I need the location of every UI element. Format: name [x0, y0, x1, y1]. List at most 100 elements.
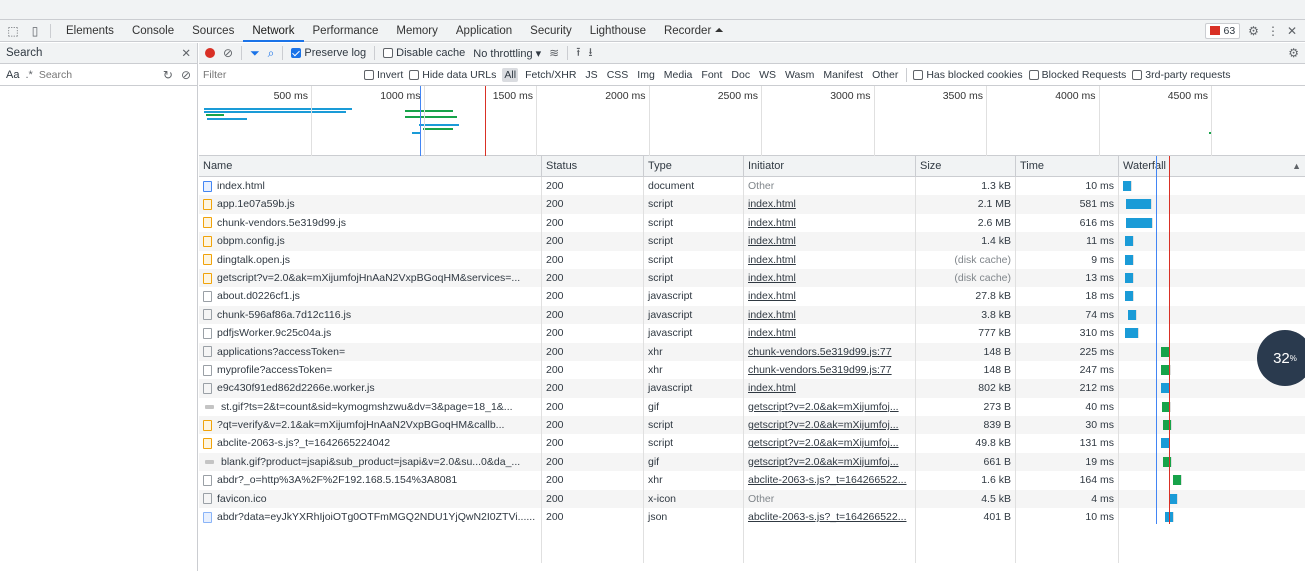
settings-gear-icon[interactable]: ⚙ [1248, 24, 1259, 38]
hide-data-urls-checkbox[interactable]: Hide data URLs [409, 69, 496, 81]
cell-initiator[interactable]: index.html [744, 250, 916, 269]
table-row[interactable]: chunk-596af86a.7d12c116.js 200 javascript i… [199, 305, 1305, 325]
cell-initiator[interactable]: getscript?v=2.0&ak=mXijumfoj... [744, 416, 916, 435]
tab-console[interactable]: Console [123, 20, 183, 42]
tab-recorder[interactable]: Recorder ⏶ [655, 20, 733, 42]
column-header-initiator[interactable]: Initiator [744, 156, 916, 176]
cell-name[interactable]: st.gif?ts=2&t=count&sid=kymogmshzwu&dv=3… [199, 397, 542, 417]
filter-icon[interactable]: ⏷ [250, 46, 260, 61]
cell-initiator[interactable]: index.html [744, 379, 916, 398]
cell-initiator[interactable]: chunk-vendors.5e319d99.js:77 [744, 342, 916, 361]
filter-type-fetch-xhr[interactable]: Fetch/XHR [523, 68, 578, 82]
cell-name[interactable]: abclite-2063-s.js?_t=1642665224042 [199, 434, 542, 453]
clear-icon[interactable]: ⊘ [223, 46, 233, 60]
tab-performance[interactable]: Performance [304, 20, 388, 42]
column-header-waterfall[interactable]: Waterfall ▲ [1119, 156, 1305, 176]
cell-name[interactable]: myprofile?accessToken= [199, 360, 542, 380]
filter-type-media[interactable]: Media [662, 68, 695, 82]
device-toolbar-icon[interactable]: ▯ [26, 22, 44, 40]
table-row[interactable]: myprofile?accessToken= 200 xhr chunk-vendor… [199, 360, 1305, 380]
table-row[interactable]: getscript?v=2.0&ak=mXijumfojHnAaN2VxpBGo… [199, 268, 1305, 288]
cell-initiator[interactable]: index.html [744, 232, 916, 251]
issues-counter[interactable]: 63 [1205, 22, 1241, 39]
invert-checkbox[interactable]: Invert [364, 69, 403, 81]
filter-type-all[interactable]: All [502, 67, 519, 82]
blocked-requests-checkbox[interactable]: Blocked Requests [1028, 69, 1126, 81]
cell-initiator[interactable]: index.html [744, 324, 916, 343]
tab-elements[interactable]: Elements [57, 20, 123, 42]
cell-initiator[interactable]: index.html [744, 305, 916, 325]
table-row[interactable]: dingtalk.open.js 200 script index.html (disk… [199, 250, 1305, 269]
table-row[interactable]: ?qt=verify&v=2.1&ak=mXijumfojHnAaN2VxpBG… [199, 416, 1305, 435]
column-header-status[interactable]: Status [542, 156, 644, 176]
refresh-search-icon[interactable]: ↻ [163, 68, 173, 82]
more-menu-icon[interactable]: ⋮ [1267, 24, 1279, 38]
cell-name[interactable]: applications?accessToken= [199, 342, 542, 361]
match-case-toggle[interactable]: Aa [6, 69, 19, 81]
table-row[interactable]: obpm.config.js 200 script index.html 1.4 kB 1… [199, 232, 1305, 251]
filter-type-doc[interactable]: Doc [729, 68, 752, 82]
table-row[interactable]: abdr?_o=http%3A%2F%2F192.168.5.154%3A808… [199, 471, 1305, 490]
search-icon[interactable]: ⌕ [268, 46, 275, 61]
cell-name[interactable]: chunk-vendors.5e319d99.js [199, 213, 542, 233]
filter-type-wasm[interactable]: Wasm [783, 68, 816, 82]
blocked-cookies-checkbox[interactable]: Has blocked cookies [913, 69, 1023, 81]
disable-cache-checkbox[interactable]: Disable cache [383, 47, 465, 59]
filter-type-img[interactable]: Img [635, 68, 657, 82]
export-har-icon[interactable]: ⭳ [588, 43, 592, 64]
filter-type-manifest[interactable]: Manifest [821, 68, 865, 82]
cell-initiator[interactable]: index.html [744, 195, 916, 214]
throttling-select[interactable]: No throttling ▾ [473, 47, 541, 60]
close-devtools-icon[interactable]: ✕ [1287, 24, 1297, 38]
table-row[interactable]: about.d0226cf1.js 200 javascript index.html… [199, 287, 1305, 306]
tab-memory[interactable]: Memory [387, 20, 447, 42]
column-header-size[interactable]: Size [916, 156, 1016, 176]
table-row[interactable]: chunk-vendors.5e319d99.js 200 script index.… [199, 213, 1305, 233]
tab-network[interactable]: Network [243, 20, 304, 42]
table-row[interactable]: app.1e07a59b.js 200 script index.html 2.1 MB… [199, 195, 1305, 214]
table-row[interactable]: abclite-2063-s.js?_t=1642665224042 200 scr… [199, 434, 1305, 453]
column-header-name[interactable]: Name [199, 156, 542, 176]
cell-name[interactable]: getscript?v=2.0&ak=mXijumfojHnAaN2VxpBGo… [199, 268, 542, 288]
cell-name[interactable]: ?qt=verify&v=2.1&ak=mXijumfojHnAaN2VxpBG… [199, 416, 542, 435]
tab-application[interactable]: Application [447, 20, 521, 42]
cell-name[interactable]: obpm.config.js [199, 232, 542, 251]
search-input[interactable] [38, 68, 119, 81]
cell-name[interactable]: about.d0226cf1.js [199, 287, 542, 306]
cell-name[interactable]: index.html [199, 177, 542, 196]
cell-name[interactable]: abdr?_o=http%3A%2F%2F192.168.5.154%3A808… [199, 471, 542, 490]
tab-lighthouse[interactable]: Lighthouse [581, 20, 655, 42]
filter-type-js[interactable]: JS [583, 68, 599, 82]
table-row[interactable]: favicon.ico 200 x-icon Other 4.5 kB 4 ms [199, 489, 1305, 509]
table-row[interactable]: abdr?data=eyJkYXRhIjoiOTg0OTFmMGQ2NDU1Yj… [199, 508, 1305, 527]
table-row[interactable]: index.html 200 document Other 1.3 kB 10 ms [199, 177, 1305, 196]
timeline-overview[interactable]: 500 ms 1000 ms 1500 ms 2000 ms 2500 ms 3000 m… [199, 86, 1305, 156]
table-row[interactable]: st.gif?ts=2&t=count&sid=kymogmshzwu&dv=3… [199, 397, 1305, 417]
column-header-type[interactable]: Type [644, 156, 744, 176]
column-header-time[interactable]: Time [1016, 156, 1119, 176]
cell-name[interactable]: blank.gif?product=jsapi&sub_product=jsap… [199, 452, 542, 472]
filter-input[interactable] [203, 68, 358, 81]
cell-initiator[interactable]: getscript?v=2.0&ak=mXijumfoj... [744, 452, 916, 472]
cell-name[interactable]: favicon.ico [199, 489, 542, 509]
cell-initiator[interactable]: abclite-2063-s.js?_t=164266522... [744, 508, 916, 527]
cell-name[interactable]: pdfjsWorker.9c25c04a.js [199, 324, 542, 343]
filter-type-other[interactable]: Other [870, 68, 900, 82]
network-conditions-icon[interactable]: ≋ [549, 46, 559, 60]
filter-type-css[interactable]: CSS [605, 68, 631, 82]
cell-name[interactable]: abdr?data=eyJkYXRhIjoiOTg0OTFmMGQ2NDU1Yj… [199, 508, 542, 527]
table-row[interactable]: applications?accessToken= 200 xhr chunk-ven… [199, 342, 1305, 361]
cell-name[interactable]: e9c430f91ed862d2266e.worker.js [199, 379, 542, 398]
cell-name[interactable]: dingtalk.open.js [199, 250, 542, 269]
cell-initiator[interactable]: getscript?v=2.0&ak=mXijumfoj... [744, 434, 916, 453]
record-icon[interactable] [205, 48, 215, 58]
table-row[interactable]: e9c430f91ed862d2266e.worker.js 200 javascr… [199, 379, 1305, 398]
inspect-element-icon[interactable]: ⬚ [4, 22, 22, 40]
close-search-icon[interactable]: ✕ [181, 46, 191, 60]
cell-initiator[interactable]: getscript?v=2.0&ak=mXijumfoj... [744, 397, 916, 417]
clear-search-icon[interactable]: ⊘ [181, 68, 191, 82]
regex-toggle[interactable]: .* [25, 69, 32, 81]
progress-badge[interactable]: 32% [1257, 330, 1305, 386]
cell-initiator[interactable]: index.html [744, 213, 916, 233]
third-party-checkbox[interactable]: 3rd-party requests [1132, 69, 1231, 81]
